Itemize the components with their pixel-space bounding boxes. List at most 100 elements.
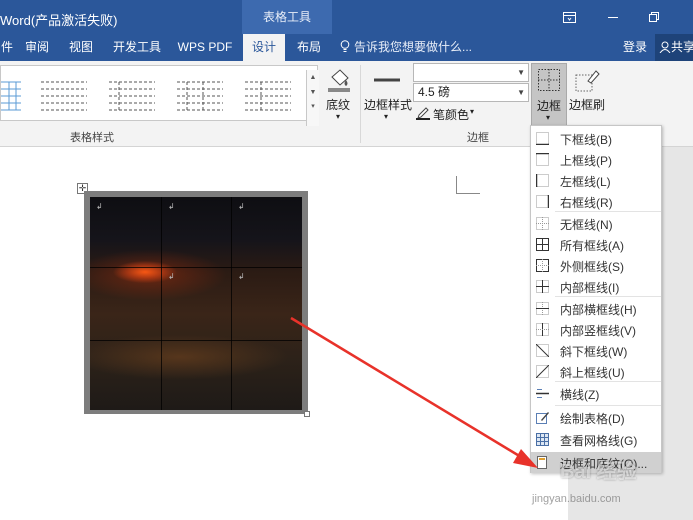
border-none-icon xyxy=(536,217,549,230)
table-style-thumb[interactable] xyxy=(37,76,89,112)
border-inside-horizontal-icon xyxy=(536,302,549,315)
pen-color-label: 笔颜色 xyxy=(433,108,470,122)
menu-item-draw-table[interactable]: 绘制表格(D) xyxy=(531,407,661,428)
menu-item-label: 绘制表格(D) xyxy=(560,412,625,426)
border-right-icon xyxy=(536,195,549,208)
menu-item-diagonal-down[interactable]: 斜下框线(W) xyxy=(531,340,661,361)
cell-end-mark-icon: ↲ xyxy=(96,202,103,211)
pen-weight-combo[interactable]: 4.5 磅 ▼ xyxy=(413,83,529,102)
watermark: Bai 经验 xyxy=(560,461,637,483)
diagonal-down-icon xyxy=(536,344,549,357)
table-style-thumb[interactable] xyxy=(105,76,157,112)
tab-layout[interactable]: 布局 xyxy=(288,34,330,61)
window-title: Word(产品激活失败) xyxy=(0,13,118,28)
border-painter-button[interactable]: 边框刷 xyxy=(569,65,605,125)
border-all-icon xyxy=(536,238,549,251)
table-style-thumb[interactable] xyxy=(173,76,225,112)
menu-item-border-right[interactable]: 右框线(R) xyxy=(531,191,661,212)
minimize-icon[interactable] xyxy=(604,8,622,26)
menu-item-label: 内部竖框线(V) xyxy=(560,324,636,338)
table-style-thumb[interactable] xyxy=(241,76,293,112)
menu-item-border-all[interactable]: 所有框线(A) xyxy=(531,234,661,255)
shading-button[interactable]: 底纹 ▾ xyxy=(322,65,356,125)
tab-developer[interactable]: 开发工具 xyxy=(106,34,168,61)
horizontal-line-icon xyxy=(536,389,549,398)
pen-color-button[interactable]: 笔颜色 ▾ xyxy=(416,105,486,123)
chevron-down-icon: ▼ xyxy=(517,88,525,97)
cell-end-mark-icon: ↲ xyxy=(238,202,245,211)
menu-item-label: 所有框线(A) xyxy=(560,239,624,253)
menu-item-label: 外侧框线(S) xyxy=(560,260,624,274)
tab-file[interactable]: 件 xyxy=(0,34,14,61)
border-left-icon xyxy=(536,174,549,187)
borders-shading-icon xyxy=(537,456,547,469)
menu-item-label: 无框线(N) xyxy=(560,218,613,232)
cell-end-mark-icon: ↲ xyxy=(168,202,175,211)
menu-item-label: 右框线(R) xyxy=(560,196,613,210)
tab-wps-pdf[interactable]: WPS PDF xyxy=(172,34,238,61)
borders-button[interactable]: 边框 ▾ xyxy=(531,63,567,129)
border-top-icon xyxy=(536,153,549,166)
menu-item-border-top[interactable]: 上框线(P) xyxy=(531,149,661,170)
ribbon-display-options-icon[interactable] xyxy=(560,8,578,26)
menu-item-view-gridlines[interactable]: 查看网格线(G) xyxy=(531,429,661,450)
menu-item-diagonal-up[interactable]: 斜上框线(U) xyxy=(531,361,661,382)
margin-corner-mark xyxy=(456,176,480,194)
menu-item-border-bottom[interactable]: 下框线(B) xyxy=(531,128,661,149)
chevron-down-icon: ▾ xyxy=(384,112,389,121)
border-style-sample-icon xyxy=(374,78,400,82)
tell-me-text: 告诉我您想要做什么... xyxy=(354,40,473,54)
view-gridlines-icon xyxy=(536,433,549,446)
menu-item-label: 斜上框线(U) xyxy=(560,366,625,380)
restore-icon[interactable] xyxy=(645,8,663,26)
table-gridline xyxy=(90,267,302,268)
title-bar: Word(产品激活失败) 表格工具 xyxy=(0,0,693,34)
border-inside-vertical-icon xyxy=(536,323,549,336)
menu-item-border-inside[interactable]: 内部框线(I) xyxy=(531,276,661,297)
person-icon xyxy=(659,41,671,54)
lightbulb-icon xyxy=(340,40,350,52)
gallery-scroll[interactable]: ▲ ▼ ▾ xyxy=(306,70,319,126)
group-label-borders: 边框 xyxy=(467,132,489,144)
shading-label: 底纹 xyxy=(326,98,351,112)
chevron-down-icon: ▾ xyxy=(336,112,341,121)
borders-label: 边框 xyxy=(537,99,562,113)
border-painter-label: 边框刷 xyxy=(569,98,606,112)
table-resize-handle[interactable] xyxy=(304,411,310,417)
menu-item-border-outside[interactable]: 外侧框线(S) xyxy=(531,255,661,276)
border-bottom-icon xyxy=(536,132,549,145)
menu-item-border-left[interactable]: 左框线(L) xyxy=(531,170,661,191)
tell-me-box[interactable]: 告诉我您想要做什么... xyxy=(340,34,472,61)
menu-item-border-inside-horizontal[interactable]: 内部横框线(H) xyxy=(531,298,661,319)
share-button[interactable]: 共享 xyxy=(655,34,693,61)
cell-end-mark-icon: ↲ xyxy=(168,272,175,281)
tab-design[interactable]: 设计 xyxy=(243,34,285,61)
group-label-table-styles: 表格样式 xyxy=(70,132,114,144)
chevron-down-icon: ▾ xyxy=(546,113,551,122)
watermark-url: jingyan.baidu.com xyxy=(532,493,621,505)
table-style-gallery[interactable]: ▲ ▼ ▾ xyxy=(0,65,319,126)
border-styles-button[interactable]: 边框样式 ▾ xyxy=(364,65,413,125)
border-styles-label: 边框样式 xyxy=(364,98,413,112)
line-style-combo[interactable]: ▼ xyxy=(413,63,529,82)
menu-separator xyxy=(555,405,661,406)
tab-view[interactable]: 视图 xyxy=(62,34,100,61)
login-link[interactable]: 登录 xyxy=(623,34,647,61)
menu-item-label: 内部框线(I) xyxy=(560,281,620,295)
sunset-photo[interactable]: ↲ ↲ ↲ ↲ ↲ xyxy=(90,197,302,410)
menu-item-label: 左框线(L) xyxy=(560,175,611,189)
menu-item-border-none[interactable]: 无框线(N) xyxy=(531,213,661,234)
tab-review[interactable]: 审阅 xyxy=(20,34,54,61)
chevron-down-icon: ▼ xyxy=(517,68,525,77)
menu-item-label: 内部横框线(H) xyxy=(560,303,637,317)
chevron-down-icon: ▾ xyxy=(470,107,475,116)
cell-end-mark-icon: ↲ xyxy=(238,272,245,281)
paint-bucket-icon xyxy=(328,69,350,92)
border-outside-icon xyxy=(536,259,549,272)
table-gridline xyxy=(161,197,162,410)
menu-item-horizontal-line[interactable]: 横线(Z) xyxy=(531,383,661,404)
table-gridline xyxy=(90,340,302,341)
borders-grid-icon xyxy=(538,69,560,91)
menu-item-label: 上框线(P) xyxy=(560,154,612,168)
menu-item-border-inside-vertical[interactable]: 内部竖框线(V) xyxy=(531,319,661,340)
